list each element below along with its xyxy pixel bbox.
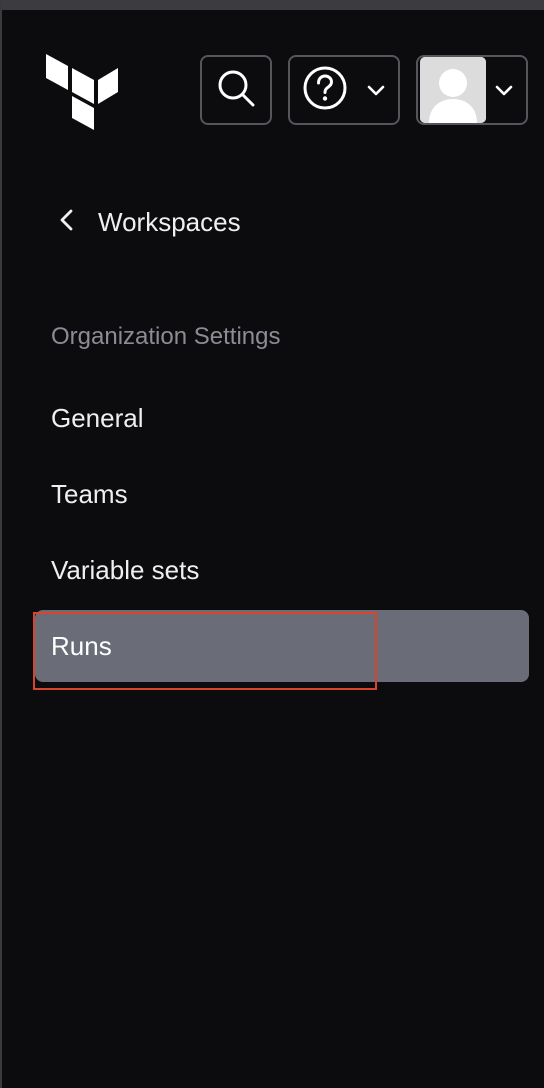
search-icon [214, 66, 258, 115]
chevron-left-icon [58, 208, 76, 237]
nav-item-general[interactable]: General [35, 382, 529, 454]
user-menu-button[interactable] [416, 55, 528, 125]
nav-item-label: Teams [51, 478, 128, 509]
nav-item-runs[interactable]: Runs [35, 610, 529, 682]
back-to-workspaces-link[interactable]: Workspaces [58, 200, 241, 244]
chevron-down-icon [366, 81, 386, 106]
terraform-logo-icon[interactable] [46, 50, 118, 130]
nav-item-label: Variable sets [51, 554, 200, 585]
nav-item-variable-sets[interactable]: Variable sets [35, 534, 529, 606]
nav-item-label: Runs [51, 630, 112, 661]
sidebar-panel: Workspaces Organization Settings General… [0, 0, 544, 1088]
help-circle-icon [302, 65, 348, 116]
window-top-edge [2, 0, 544, 10]
back-link-label: Workspaces [98, 206, 241, 237]
chevron-down-icon [494, 81, 514, 106]
nav-item-teams[interactable]: Teams [35, 458, 529, 530]
search-button[interactable] [200, 55, 272, 125]
nav-item-label: General [51, 402, 144, 433]
help-menu-button[interactable] [288, 55, 400, 125]
section-title: Organization Settings [51, 323, 281, 350]
user-avatar-icon [420, 57, 486, 123]
